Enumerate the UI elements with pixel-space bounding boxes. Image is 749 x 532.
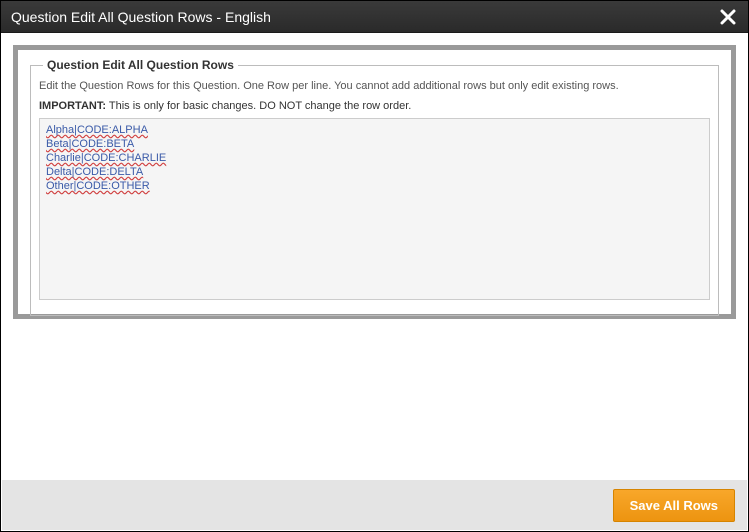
dialog-body: Question Edit All Question Rows Edit the… <box>1 33 748 479</box>
titlebar: Question Edit All Question Rows - Englis… <box>1 1 748 33</box>
dialog-title: Question Edit All Question Rows - Englis… <box>11 9 271 25</box>
close-icon[interactable] <box>718 7 738 27</box>
panel-important: IMPORTANT: This is only for basic change… <box>39 100 710 112</box>
panel-important-label: IMPORTANT: <box>39 100 106 112</box>
panel-outer-border: Question Edit All Question Rows Edit the… <box>13 45 736 319</box>
dialog-footer: Save All Rows <box>2 480 747 530</box>
rows-textarea[interactable] <box>39 118 710 300</box>
panel-important-text: This is only for basic changes. DO NOT c… <box>106 100 411 112</box>
panel-fieldset: Question Edit All Question Rows Edit the… <box>30 58 719 316</box>
panel-description: Edit the Question Rows for this Question… <box>39 80 710 92</box>
save-all-rows-button[interactable]: Save All Rows <box>613 489 735 522</box>
panel-legend: Question Edit All Question Rows <box>43 58 238 72</box>
